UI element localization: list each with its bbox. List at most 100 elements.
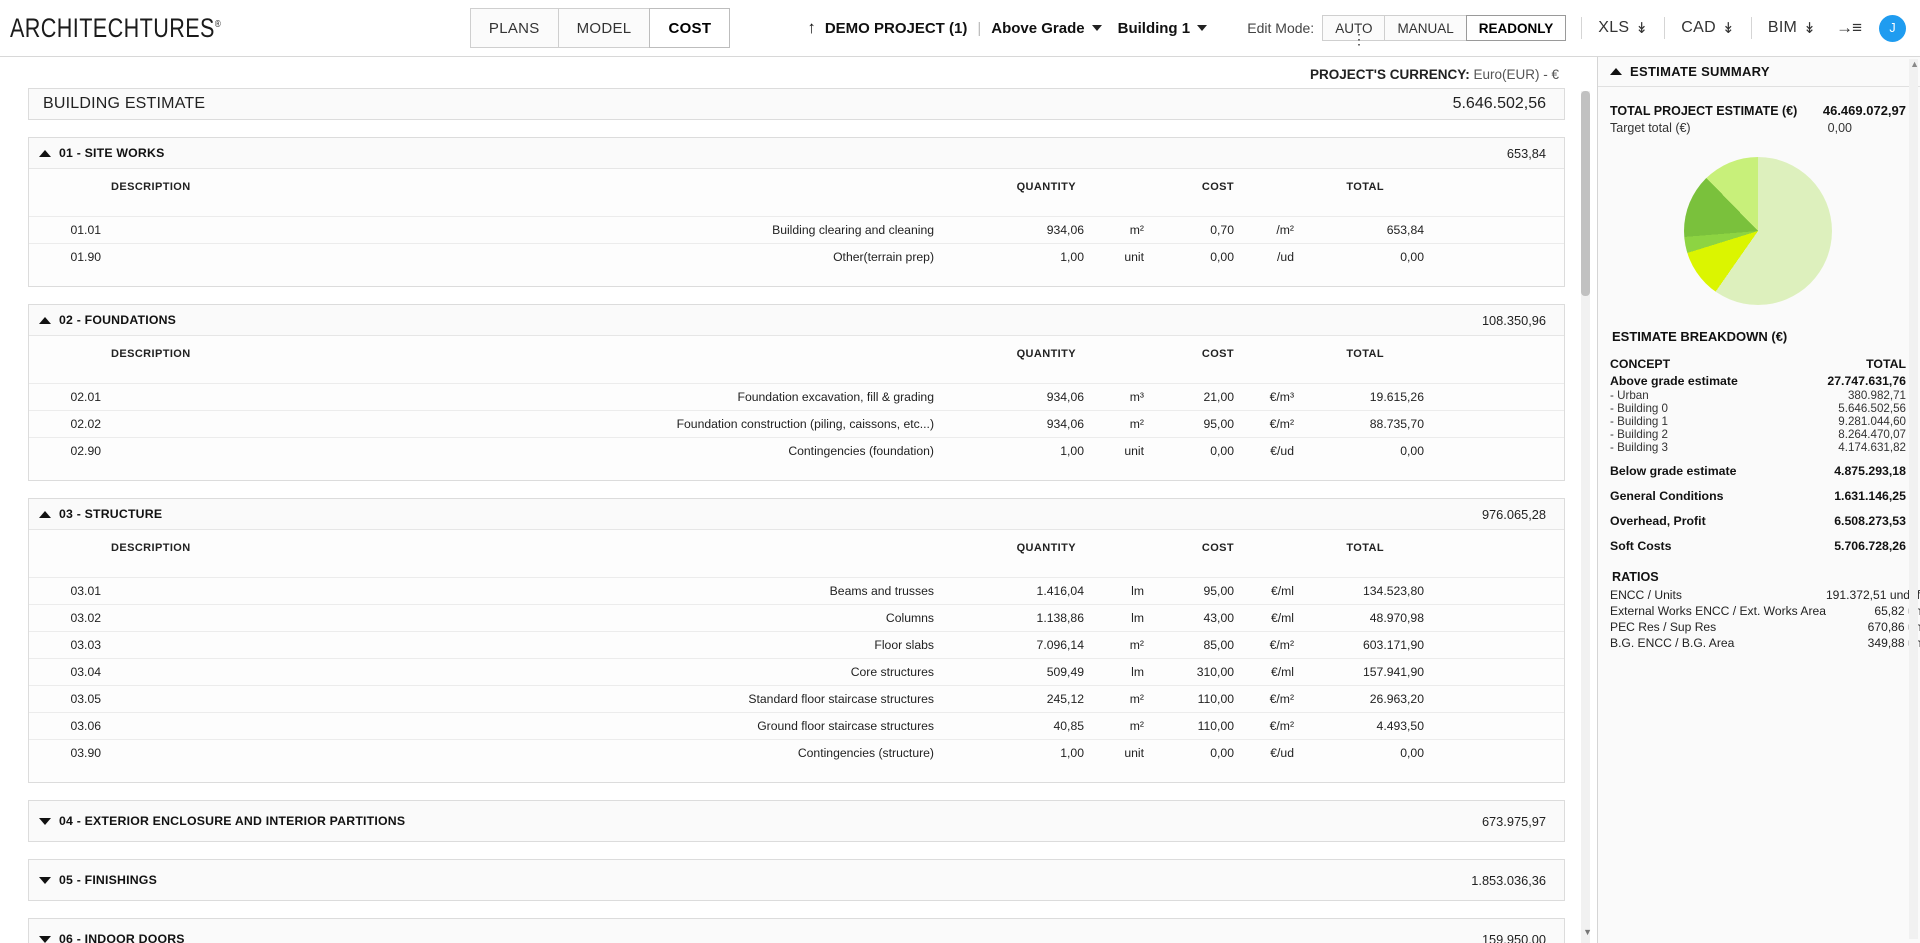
section-items-table: DESCRIPTIONQUANTITYCOSTTOTAL01.01Buildin…	[29, 169, 1564, 270]
divider	[1751, 17, 1752, 39]
row-code: 03.04	[29, 659, 101, 686]
section-title: 05 - FINISHINGS	[59, 873, 157, 887]
table-row[interactable]: 03.01Beams and trusses1.416,04lm95,00€/m…	[29, 578, 1564, 605]
section-header[interactable]: 03 - STRUCTURE976.065,28	[29, 499, 1564, 530]
row-code: 02.01	[29, 384, 101, 411]
building-selector[interactable]: Building 1	[1118, 20, 1208, 37]
app-logo[interactable]: ARCHITECHTURES®	[10, 13, 221, 44]
ratio-value: 670,86 undefined	[1826, 619, 1920, 635]
estimate-scroll-area[interactable]: BUILDING ESTIMATE 5.646.502,56 01 - SITE…	[0, 88, 1597, 943]
row-quantity-unit: lm	[1084, 578, 1144, 605]
avatar-initial: J	[1889, 21, 1895, 35]
row-cost: 95,00	[1144, 411, 1234, 438]
table-row[interactable]: 03.90Contingencies (structure)1,00unit0,…	[29, 740, 1564, 767]
top-bar: ARCHITECHTURES® PLANS MODEL COST ↑ DEMO …	[0, 0, 1920, 57]
collapse-panel-icon[interactable]: →≡	[1836, 18, 1861, 38]
row-spacer	[1424, 659, 1564, 686]
row-total: 134.523,80	[1294, 578, 1424, 605]
breakdown-label: - Building 0	[1610, 402, 1793, 415]
row-spacer	[1424, 438, 1564, 465]
section-total: 159.950,00	[1482, 932, 1546, 943]
row-cost: 110,00	[1144, 686, 1234, 713]
row-cost-unit: €/m²	[1234, 632, 1294, 659]
section-header[interactable]: 02 - FOUNDATIONS108.350,96	[29, 305, 1564, 336]
estimate-scrollbar-thumb[interactable]	[1581, 91, 1590, 296]
row-code: 01.90	[29, 244, 101, 271]
breakdown-label: Soft Costs	[1610, 538, 1793, 554]
row-quantity-unit: m²	[1084, 217, 1144, 244]
section-header[interactable]: 05 - FINISHINGS 1.853.036,36	[29, 860, 1564, 900]
table-row[interactable]: 03.03Floor slabs7.096,14m²85,00€/m²603.1…	[29, 632, 1564, 659]
col-code	[29, 169, 101, 217]
row-quantity: 1,00	[934, 740, 1084, 767]
row-cost: 85,00	[1144, 632, 1234, 659]
section-total: 108.350,96	[1482, 313, 1546, 328]
breakdown-row: Below grade estimate4.875.293,18	[1610, 463, 1906, 479]
breakdown-label: - Building 1	[1610, 415, 1793, 428]
section-title: 04 - EXTERIOR ENCLOSURE AND INTERIOR PAR…	[59, 814, 405, 828]
ratios-title: RATIOS	[1610, 554, 1906, 587]
breakdown-row: - Urban380.982,71	[1610, 389, 1906, 402]
edit-mode-manual[interactable]: MANUAL	[1384, 15, 1466, 41]
estimate-section: 05 - FINISHINGS 1.853.036,36	[28, 859, 1565, 901]
section-header[interactable]: 01 - SITE WORKS653,84	[29, 138, 1564, 169]
row-cost-unit: €/ml	[1234, 578, 1294, 605]
go-up-icon[interactable]: ↑	[807, 18, 816, 38]
chevron-down-icon	[39, 877, 51, 884]
breakdown-header-row: CONCEPT TOTAL	[1610, 356, 1906, 373]
table-row[interactable]: 02.90Contingencies (foundation)1,00unit0…	[29, 438, 1564, 465]
edit-mode-manual-label: MANUAL	[1397, 21, 1453, 36]
row-description: Building clearing and cleaning	[101, 217, 934, 244]
table-row[interactable]: 03.04Core structures509,49lm310,00€/ml15…	[29, 659, 1564, 686]
row-quantity: 1.416,04	[934, 578, 1084, 605]
pie-chart-graphic	[1684, 157, 1832, 305]
app-logo-text: ARCHITECHTURES	[10, 13, 215, 43]
tab-plans[interactable]: PLANS	[470, 8, 559, 48]
table-row[interactable]: 02.01Foundation excavation, fill & gradi…	[29, 384, 1564, 411]
row-quantity-unit: m²	[1084, 713, 1144, 740]
more-options-icon[interactable]: ⋮	[1352, 36, 1366, 42]
estimate-summary-header[interactable]: ESTIMATE SUMMARY	[1598, 57, 1920, 87]
col-spacer	[1424, 169, 1564, 217]
estimate-scrollbar[interactable]	[1581, 91, 1590, 943]
row-total: 603.171,90	[1294, 632, 1424, 659]
table-row[interactable]: 03.02Columns1.138,86lm43,00€/ml48.970,98	[29, 605, 1564, 632]
row-description: Standard floor staircase structures	[101, 686, 934, 713]
avatar[interactable]: J	[1879, 15, 1906, 42]
scroll-up-icon[interactable]: ▲	[1910, 59, 1919, 69]
breakdown-value: 9.281.044,60	[1793, 415, 1906, 428]
row-cost: 0,00	[1144, 438, 1234, 465]
row-total: 653,84	[1294, 217, 1424, 244]
scroll-down-icon[interactable]: ▼	[1583, 927, 1592, 937]
row-quantity-unit: unit	[1084, 244, 1144, 271]
tab-model[interactable]: MODEL	[558, 8, 651, 48]
tab-cost[interactable]: COST	[649, 8, 730, 48]
gap-cell	[1793, 504, 1906, 513]
breakdown-row: General Conditions1.631.146,25	[1610, 488, 1906, 504]
section-header[interactable]: 04 - EXTERIOR ENCLOSURE AND INTERIOR PAR…	[29, 801, 1564, 841]
row-code: 02.90	[29, 438, 101, 465]
total-project-estimate-value: 46.469.072,97	[1823, 103, 1906, 118]
row-quantity-unit: lm	[1084, 659, 1144, 686]
section-header[interactable]: 06 - INDOOR DOORS159.950,00	[29, 919, 1564, 943]
table-row[interactable]: 01.01Building clearing and cleaning934,0…	[29, 217, 1564, 244]
table-row[interactable]: 01.90Other(terrain prep)1,00unit0,00/ud0…	[29, 244, 1564, 271]
building-selector-label: Building 1	[1118, 20, 1191, 37]
edit-mode-readonly[interactable]: READONLY	[1466, 15, 1567, 41]
table-row[interactable]: 02.02Foundation construction (piling, ca…	[29, 411, 1564, 438]
row-spacer	[1424, 713, 1564, 740]
row-total: 0,00	[1294, 740, 1424, 767]
section-total: 1.853.036,36	[1471, 873, 1546, 888]
table-row[interactable]: 03.06Ground floor staircase structures40…	[29, 713, 1564, 740]
grade-selector[interactable]: Above Grade	[991, 20, 1101, 37]
export-bim-button[interactable]: BIM ↡	[1768, 19, 1816, 37]
export-xls-button[interactable]: XLS ↡	[1598, 19, 1648, 37]
row-code: 02.02	[29, 411, 101, 438]
summary-scrollbar[interactable]	[1909, 59, 1918, 939]
download-icon: ↡	[1722, 19, 1735, 37]
export-cad-button[interactable]: CAD ↡	[1681, 19, 1735, 37]
top-bar-tools: Edit Mode: AUTO MANUAL READONLY XLS ↡ CA…	[1247, 15, 1906, 42]
table-row[interactable]: 03.05Standard floor staircase structures…	[29, 686, 1564, 713]
section-body-padding	[29, 464, 1564, 480]
project-name[interactable]: DEMO PROJECT (1)	[825, 20, 968, 37]
